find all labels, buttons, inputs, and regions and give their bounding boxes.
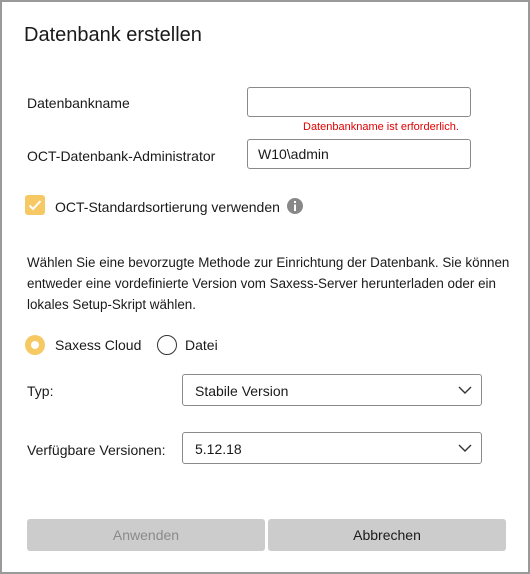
chevron-down-icon bbox=[458, 386, 472, 394]
admin-input[interactable] bbox=[248, 140, 470, 168]
checkmark-icon bbox=[28, 200, 42, 211]
dbname-field[interactable] bbox=[247, 87, 471, 117]
setup-description: Wählen Sie eine bevorzugte Methode zur E… bbox=[27, 255, 510, 312]
radio-saxess-cloud-label[interactable]: Saxess Cloud bbox=[55, 337, 141, 353]
sort-checkbox-label[interactable]: OCT-Standardsortierung verwenden bbox=[55, 199, 280, 215]
versions-select-value: 5.12.18 bbox=[195, 441, 242, 457]
sort-checkbox[interactable] bbox=[25, 195, 45, 215]
type-label: Typ: bbox=[27, 383, 54, 399]
admin-label: OCT-Datenbank-Administrator bbox=[27, 148, 216, 164]
radio-datei-label[interactable]: Datei bbox=[185, 337, 218, 353]
info-icon[interactable] bbox=[287, 198, 303, 214]
apply-button[interactable]: Anwenden bbox=[27, 519, 265, 551]
dialog-title: Datenbank erstellen bbox=[24, 24, 202, 46]
dbname-error-message: Datenbankname ist erforderlich. bbox=[303, 121, 459, 133]
versions-select[interactable]: 5.12.18 bbox=[182, 432, 482, 464]
radio-saxess-cloud[interactable] bbox=[25, 335, 45, 355]
radio-datei[interactable] bbox=[157, 335, 177, 355]
versions-label: Verfügbare Versionen: bbox=[27, 442, 166, 458]
create-database-dialog: Datenbank erstellen Datenbankname Datenb… bbox=[0, 0, 530, 574]
type-select[interactable]: Stabile Version bbox=[182, 374, 482, 406]
cancel-button[interactable]: Abbrechen bbox=[268, 519, 506, 551]
admin-field[interactable] bbox=[247, 139, 471, 169]
type-select-value: Stabile Version bbox=[195, 383, 289, 399]
chevron-down-icon bbox=[458, 444, 472, 452]
dbname-input[interactable] bbox=[248, 88, 470, 116]
dbname-label: Datenbankname bbox=[27, 95, 130, 111]
